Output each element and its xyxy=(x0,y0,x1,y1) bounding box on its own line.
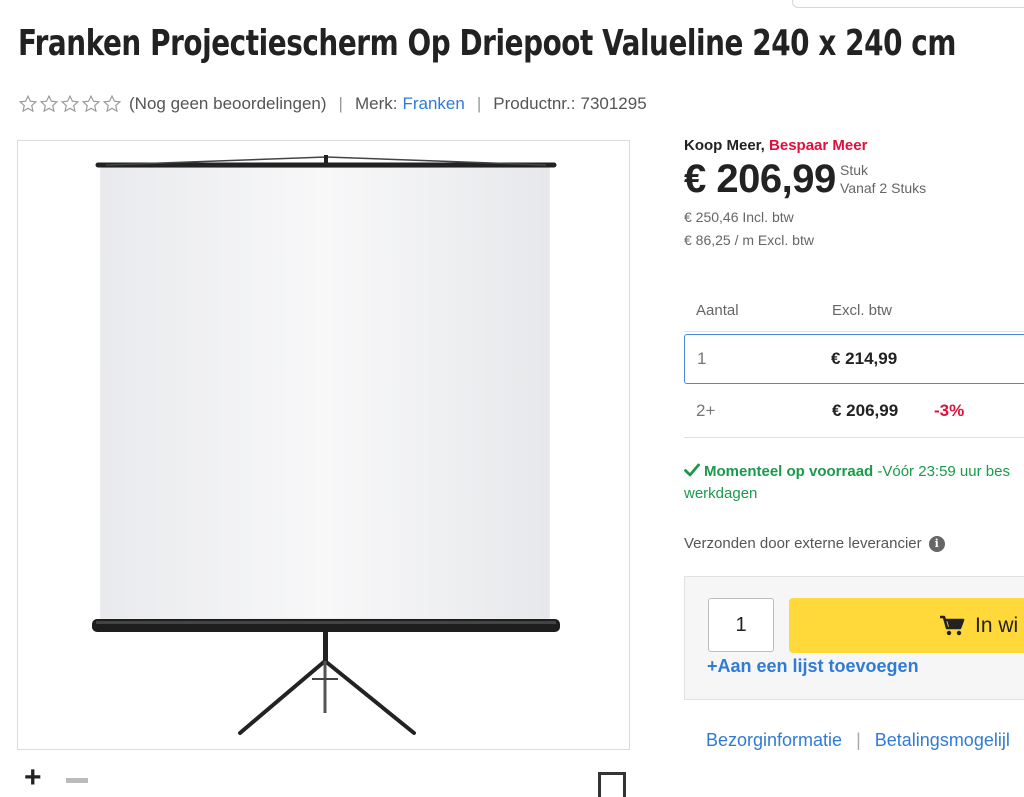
stock-label: Momenteel op voorraad xyxy=(704,463,874,480)
productnr-label: Productnr.: xyxy=(493,94,576,113)
price-incl-btw: € 250,46 Incl. btw xyxy=(684,209,794,225)
expand-icon[interactable] xyxy=(598,772,626,797)
plus-icon[interactable]: + xyxy=(24,763,42,793)
header-search-box-edge xyxy=(792,0,1024,8)
delivery-text: -Vóór 23:59 uur bes xyxy=(877,463,1010,480)
productnr-value: 7301295 xyxy=(580,94,647,113)
tier-qty: 2+ xyxy=(696,401,716,420)
price-per-meter: € 86,25 / m Excl. btw xyxy=(684,232,814,248)
info-links: Bezorginformatie | Betalingsmogelijl xyxy=(706,730,1010,751)
star-outline-icon xyxy=(18,94,38,113)
promo-text: Koop Meer, Bespaar Meer xyxy=(684,137,867,154)
tier-header-excl: Excl. btw xyxy=(832,302,893,319)
add-to-list-link[interactable]: +Aan een lijst toevoegen xyxy=(707,656,919,677)
from-quantity: Vanaf 2 Stuks xyxy=(840,180,927,196)
add-to-cart-button[interactable]: In wi xyxy=(789,598,1024,653)
separator: | xyxy=(338,94,343,113)
supplier-note: Verzonden door externe leverancier i xyxy=(684,535,945,552)
promo-prefix: Koop Meer, xyxy=(684,137,765,154)
info-circle-icon[interactable]: i xyxy=(928,535,945,552)
add-to-cart-label: In wi xyxy=(975,613,1019,637)
stock-status: Momenteel op voorraad -Vóór 23:59 uur be… xyxy=(684,461,1024,505)
product-title: Franken Projectiescherm Op Driepoot Valu… xyxy=(18,23,956,64)
divider xyxy=(684,331,1024,332)
tier-row-selected[interactable]: 1 € 214,99 xyxy=(684,334,1024,384)
tier-price: € 206,99 xyxy=(832,401,899,420)
tier-discount: -3% xyxy=(934,401,965,420)
checkmark-icon xyxy=(684,463,700,477)
reviews-link[interactable]: (Nog geen beoordelingen) xyxy=(129,94,327,114)
supplier-text: Verzonden door externe leverancier xyxy=(684,535,922,552)
promo-highlight: Bespaar Meer xyxy=(769,137,868,154)
tier-row[interactable]: 2+ € 206,99 -3% xyxy=(684,386,1024,436)
main-price: € 206,99 xyxy=(684,157,836,201)
tier-price: € 214,99 xyxy=(831,349,898,368)
separator: | xyxy=(856,730,861,750)
quantity-input[interactable]: 1 xyxy=(708,598,774,652)
star-outline-icon xyxy=(60,94,80,113)
projection-screen-illustration xyxy=(92,155,560,735)
star-outline-icon xyxy=(81,94,101,113)
brand-label: Merk: xyxy=(354,94,398,113)
delivery-info-link[interactable]: Bezorginformatie xyxy=(706,730,842,751)
star-outline-icon xyxy=(102,94,122,113)
shopping-cart-icon xyxy=(940,615,965,635)
star-outline-icon xyxy=(39,94,59,113)
tier-header-qty: Aantal xyxy=(696,302,739,319)
minus-icon[interactable] xyxy=(66,778,88,783)
unit-label: Stuk xyxy=(840,162,869,178)
product-image[interactable] xyxy=(17,140,630,750)
payment-options-link[interactable]: Betalingsmogelijl xyxy=(875,730,1010,751)
separator: | xyxy=(476,94,482,113)
price-unit: Stuk Vanaf 2 Stuks xyxy=(840,161,926,197)
brand-link[interactable]: Franken xyxy=(402,94,464,114)
product-meta-row: (Nog geen beoordelingen) | Merk: Franken… xyxy=(18,92,647,116)
divider xyxy=(684,437,1024,438)
tier-qty: 1 xyxy=(697,349,707,368)
rating-stars[interactable] xyxy=(18,94,123,114)
delivery-text-line2: werkdagen xyxy=(684,485,758,502)
